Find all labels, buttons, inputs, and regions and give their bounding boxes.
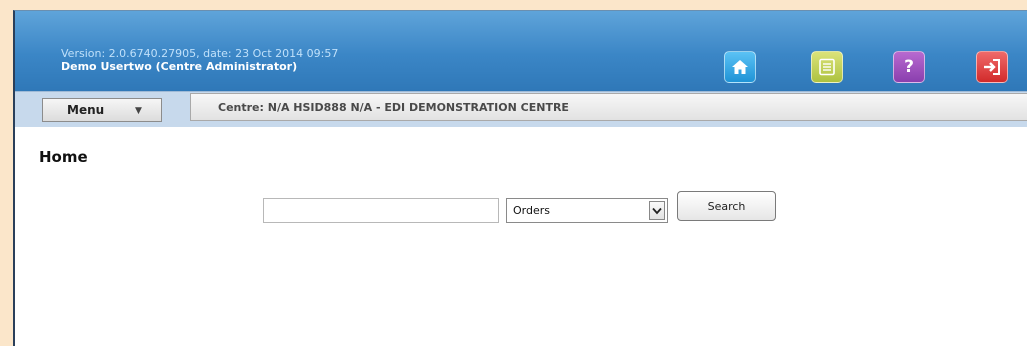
- document-icon: [819, 58, 835, 76]
- help-button[interactable]: ?: [893, 51, 925, 83]
- app-window: Version: 2.0.6740.27905, date: 23 Oct 20…: [13, 10, 1027, 346]
- home-button[interactable]: [724, 51, 756, 83]
- search-type-select[interactable]: Orders: [506, 198, 668, 223]
- chevron-down-icon: [652, 207, 662, 214]
- nav-bar: Menu ▼ Centre: N/A HSID888 N/A - EDI DEM…: [15, 91, 1027, 127]
- header-info: Version: 2.0.6740.27905, date: 23 Oct 20…: [61, 47, 338, 73]
- menu-dropdown[interactable]: Menu ▼: [42, 98, 162, 122]
- logout-button[interactable]: [976, 51, 1008, 83]
- select-arrow-button[interactable]: [649, 201, 665, 220]
- centre-info-bar: Centre: N/A HSID888 N/A - EDI DEMONSTRAT…: [190, 93, 1027, 121]
- search-button[interactable]: Search: [677, 191, 776, 221]
- select-value: Orders: [513, 204, 550, 217]
- page-title: Home: [39, 148, 88, 166]
- centre-text: Centre: N/A HSID888 N/A - EDI DEMONSTRAT…: [218, 100, 569, 114]
- logout-icon: [984, 59, 1000, 75]
- help-icon: ?: [904, 57, 914, 77]
- documents-button[interactable]: [811, 51, 843, 83]
- menu-label: Menu: [67, 103, 105, 117]
- search-input[interactable]: [263, 198, 499, 223]
- version-text: Version: 2.0.6740.27905, date: 23 Oct 20…: [61, 47, 339, 60]
- app-header: Version: 2.0.6740.27905, date: 23 Oct 20…: [15, 11, 1027, 91]
- home-icon: [732, 60, 748, 74]
- user-text: Demo Usertwo (Centre Administrator): [61, 60, 298, 73]
- chevron-down-icon: ▼: [135, 106, 142, 116]
